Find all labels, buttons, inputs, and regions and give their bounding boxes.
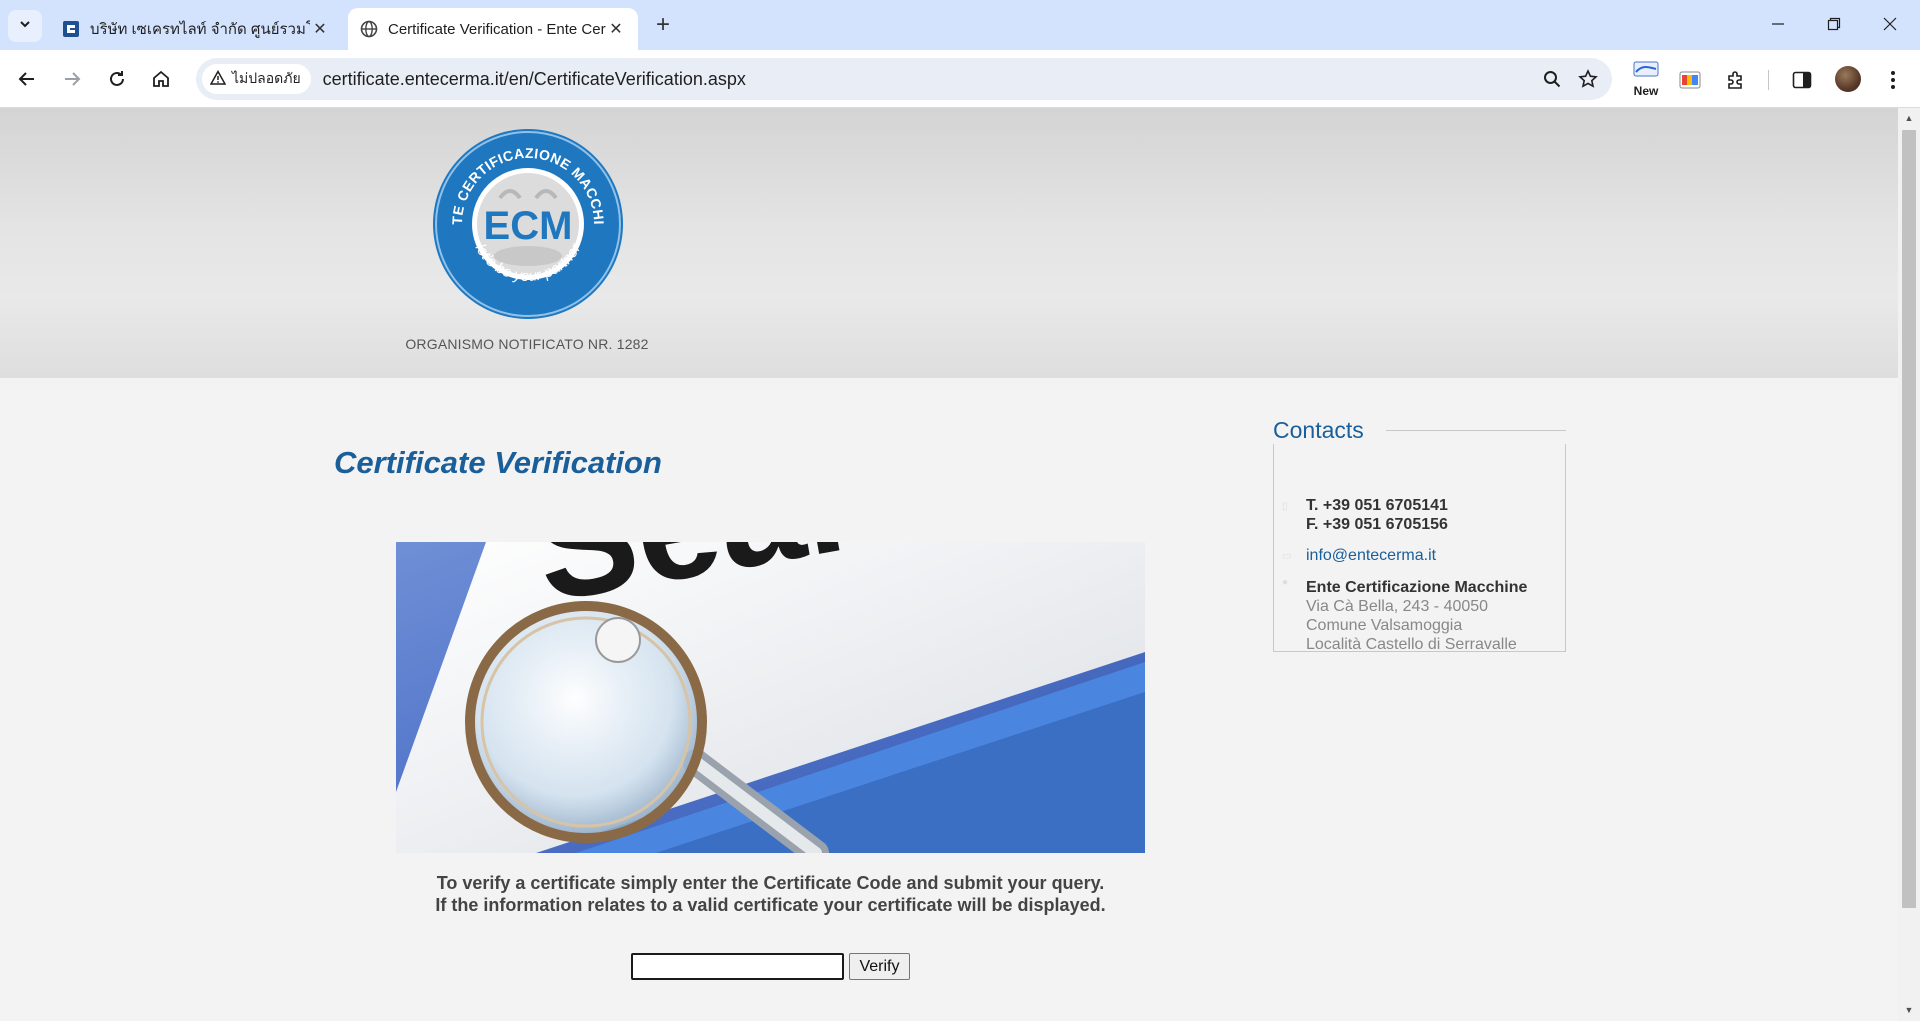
extension-new-button[interactable]: New bbox=[1628, 56, 1664, 102]
location-icon: ● bbox=[1282, 577, 1289, 588]
tab-strip: บริษัท เซเครทไลท์ จำกัด ศูนย์รวมโคมไฟ ✕ … bbox=[0, 0, 1920, 50]
contact-phone: T. +39 051 6705141 bbox=[1306, 497, 1448, 514]
contact-email-link[interactable]: info@entecerma.it bbox=[1306, 546, 1436, 565]
close-icon[interactable]: ✕ bbox=[310, 19, 330, 39]
contact-company: Ente Certificazione Macchine bbox=[1306, 579, 1528, 596]
star-icon[interactable] bbox=[1570, 61, 1606, 97]
tab-secretlight[interactable]: บริษัท เซเครทไลท์ จำกัด ศูนย์รวมโคมไฟ ✕ bbox=[50, 8, 342, 50]
browser-toolbar: ไม่ปลอดภัย certificate.entecerma.it/en/C… bbox=[0, 50, 1920, 108]
warning-icon bbox=[209, 69, 232, 89]
url-text[interactable]: certificate.entecerma.it/en/CertificateV… bbox=[323, 69, 1534, 90]
email-icon: ▭ bbox=[1282, 551, 1292, 562]
ecm-logo[interactable]: ECM ENTE CERTIFICAZIONE MACCHINE let's b… bbox=[427, 115, 624, 320]
contacts-divider bbox=[1386, 430, 1566, 431]
extension-badge-label: New bbox=[1633, 83, 1659, 98]
scroll-thumb[interactable] bbox=[1902, 130, 1916, 908]
scroll-down-icon[interactable]: ▼ bbox=[1903, 1004, 1915, 1016]
contact-address-line2: Comune Valsamoggia bbox=[1306, 617, 1463, 634]
extension-icon bbox=[1633, 61, 1659, 82]
site-header: ECM ENTE CERTIFICAZIONE MACCHINE let's b… bbox=[0, 108, 1898, 378]
page-scrollbar[interactable]: ▲ ▼ bbox=[1898, 108, 1920, 1021]
tab-search-button[interactable] bbox=[8, 10, 42, 42]
contact-address-line1: Via Cà Bella, 243 - 40050 bbox=[1306, 598, 1489, 615]
close-window-icon[interactable] bbox=[1870, 8, 1910, 40]
certificate-code-input[interactable] bbox=[631, 953, 844, 980]
globe-icon bbox=[360, 20, 378, 38]
tab-title: Certificate Verification - Ente Certific… bbox=[388, 20, 606, 38]
instructions-text: To verify a certificate simply enter the… bbox=[396, 872, 1145, 916]
contacts-box: ▯ T. +39 051 6705141 F. +39 051 6705156 … bbox=[1273, 444, 1566, 653]
scroll-up-icon[interactable]: ▲ bbox=[1903, 112, 1915, 124]
new-tab-icon[interactable]: + bbox=[650, 11, 676, 38]
toolbar-divider bbox=[1768, 70, 1769, 90]
home-icon[interactable] bbox=[144, 62, 178, 96]
site-favicon-icon bbox=[62, 20, 80, 38]
side-panel-icon[interactable] bbox=[1784, 62, 1820, 98]
security-label: ไม่ปลอดภัย bbox=[232, 70, 301, 86]
back-icon[interactable] bbox=[10, 62, 44, 96]
logo-center-text: ECM bbox=[484, 204, 573, 248]
contact-fax: F. +39 051 6705156 bbox=[1306, 516, 1448, 533]
restore-icon[interactable] bbox=[1814, 8, 1854, 40]
color-extension-icon[interactable] bbox=[1672, 62, 1708, 98]
extensions-icon[interactable] bbox=[1718, 62, 1754, 98]
phone-icon: ▯ bbox=[1282, 501, 1288, 512]
close-icon[interactable]: ✕ bbox=[606, 19, 626, 39]
forward-icon[interactable] bbox=[55, 62, 89, 96]
reload-icon[interactable] bbox=[100, 62, 134, 96]
tab-certificate-verification[interactable]: Certificate Verification - Ente Certific… bbox=[348, 8, 638, 50]
profile-avatar[interactable] bbox=[1835, 66, 1861, 92]
verify-button[interactable]: Verify bbox=[849, 953, 910, 980]
page-viewport: ECM ENTE CERTIFICAZIONE MACCHINE let's b… bbox=[0, 108, 1898, 1021]
address-bar[interactable]: ไม่ปลอดภัย certificate.entecerma.it/en/C… bbox=[196, 58, 1612, 100]
notified-body-text: ORGANISMO NOTIFICATO NR. 1282 bbox=[405, 336, 649, 352]
instructions-line-2: If the information relates to a valid ce… bbox=[435, 895, 1106, 915]
search-icon[interactable] bbox=[1534, 61, 1570, 97]
instructions-line-1: To verify a certificate simply enter the… bbox=[436, 873, 1105, 893]
minimize-icon[interactable] bbox=[1758, 8, 1798, 40]
menu-icon[interactable] bbox=[1875, 62, 1911, 98]
security-chip[interactable]: ไม่ปลอดภัย bbox=[202, 64, 311, 94]
contact-address-line3: Località Castello di Serravalle bbox=[1306, 636, 1517, 653]
chevron-down-icon bbox=[18, 17, 32, 36]
tab-title: บริษัท เซเครทไลท์ จำกัด ศูนย์รวมโคมไฟ bbox=[90, 21, 310, 38]
page-title: Certificate Verification bbox=[334, 445, 662, 480]
search-hero-image: Search... bbox=[396, 542, 1145, 853]
contacts-heading: Contacts bbox=[1273, 417, 1364, 443]
